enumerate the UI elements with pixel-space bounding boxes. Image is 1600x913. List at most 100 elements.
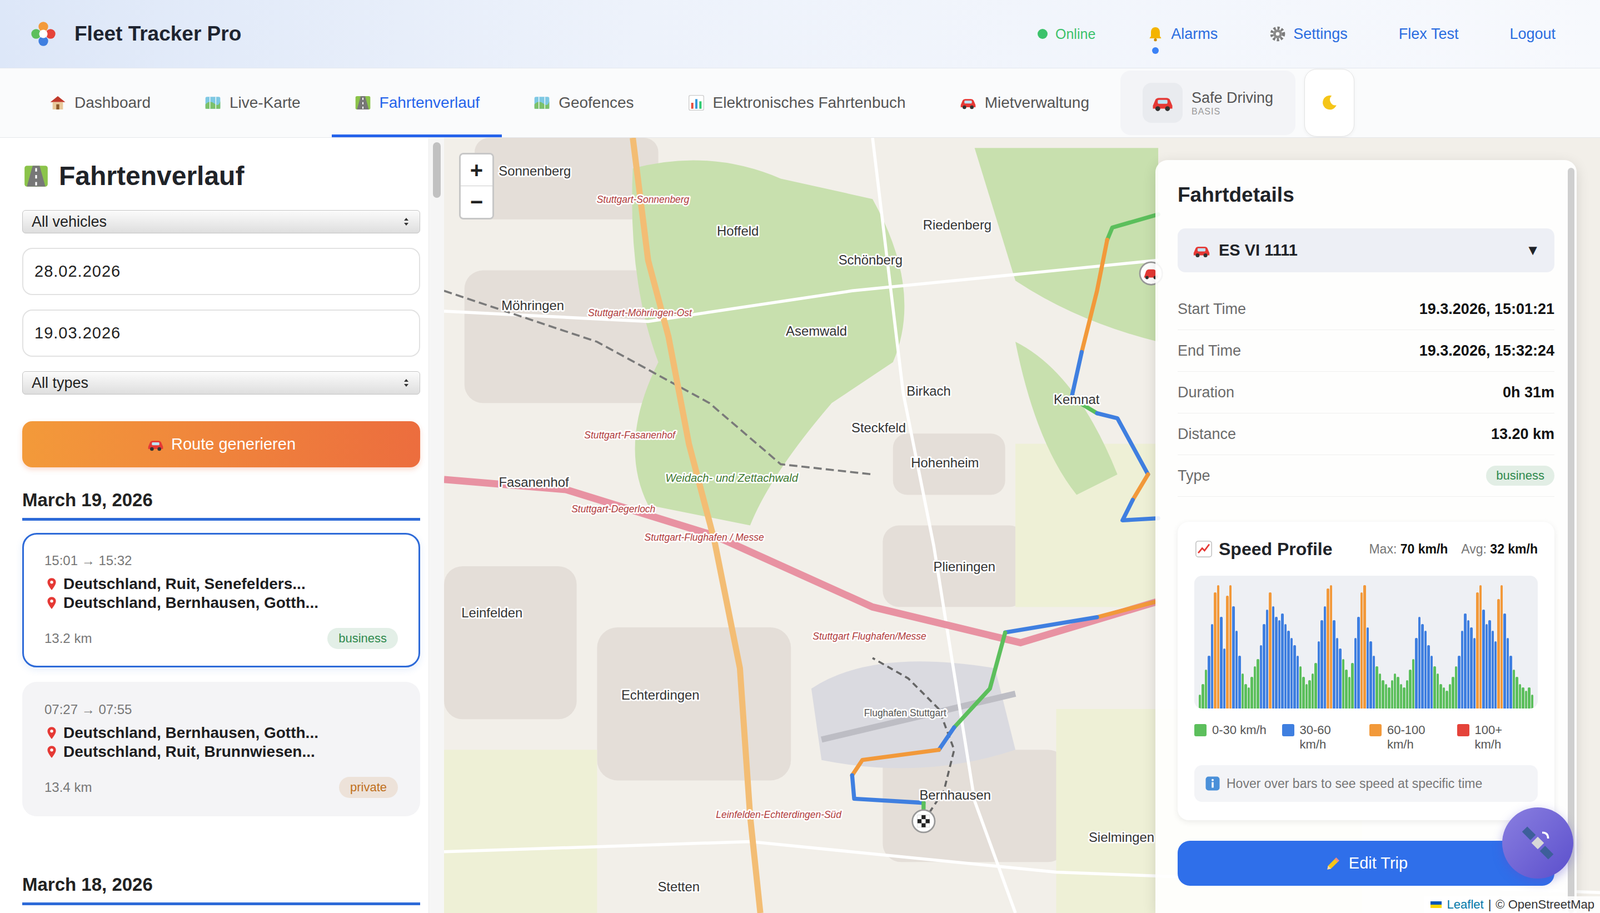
speed-bar[interactable] xyxy=(1305,684,1308,709)
speed-bar[interactable] xyxy=(1363,585,1366,709)
speed-bar[interactable] xyxy=(1229,585,1232,709)
speed-bar[interactable] xyxy=(1235,630,1238,709)
speed-bar[interactable] xyxy=(1281,613,1284,709)
speed-bar[interactable] xyxy=(1509,655,1512,709)
speed-bar[interactable] xyxy=(1521,687,1524,709)
speed-bar[interactable] xyxy=(1381,680,1384,709)
speed-bar[interactable] xyxy=(1296,655,1299,709)
speed-bar[interactable] xyxy=(1491,630,1494,709)
speed-bar[interactable] xyxy=(1293,645,1296,709)
header-link[interactable]: Settings xyxy=(1268,25,1348,43)
theme-toggle[interactable] xyxy=(1304,68,1355,137)
speed-bar[interactable] xyxy=(1451,676,1454,709)
header-link[interactable]: Alarms xyxy=(1146,25,1218,43)
speed-bar[interactable] xyxy=(1278,620,1281,709)
speed-bar[interactable] xyxy=(1512,669,1515,709)
speed-bar[interactable] xyxy=(1439,684,1442,709)
trip-card[interactable]: 15:01 → 15:32 Deutschland, Ruit, Senefel… xyxy=(22,532,421,668)
speed-bar[interactable] xyxy=(1391,680,1394,709)
speed-bar[interactable] xyxy=(1527,687,1530,709)
speed-bar[interactable] xyxy=(1430,655,1433,709)
speed-bar[interactable] xyxy=(1469,627,1473,709)
speed-bar[interactable] xyxy=(1344,669,1348,709)
speed-bar[interactable] xyxy=(1204,669,1208,709)
speed-bar[interactable] xyxy=(1445,690,1448,709)
speed-bar[interactable] xyxy=(1210,624,1214,709)
speed-bar[interactable] xyxy=(1442,687,1445,709)
speed-bar[interactable] xyxy=(1238,655,1241,709)
speed-bar[interactable] xyxy=(1250,676,1253,709)
speed-bar[interactable] xyxy=(1414,637,1418,709)
speed-bar[interactable] xyxy=(1317,641,1320,709)
speed-bar[interactable] xyxy=(1287,630,1290,709)
header-link[interactable]: Flex Test xyxy=(1398,25,1459,43)
speed-bar[interactable] xyxy=(1402,687,1405,709)
speed-bar[interactable] xyxy=(1265,609,1269,709)
zoom-in-button[interactable]: + xyxy=(460,154,493,187)
speed-bar[interactable] xyxy=(1384,684,1388,709)
speed-bar[interactable] xyxy=(1506,637,1509,709)
speed-bar[interactable] xyxy=(1323,606,1327,709)
speed-bar[interactable] xyxy=(1375,666,1378,709)
end-marker[interactable] xyxy=(912,810,935,833)
tab[interactable]: Fahrtenverlauf xyxy=(331,68,503,138)
speed-bar[interactable] xyxy=(1424,630,1427,709)
speed-bar[interactable] xyxy=(1232,606,1235,709)
speed-bar[interactable] xyxy=(1467,620,1470,709)
plan-badge[interactable]: Safe Driving BASIS xyxy=(1120,70,1296,136)
speed-bar[interactable] xyxy=(1308,680,1311,709)
speed-bar[interactable] xyxy=(1241,673,1244,709)
speed-bar[interactable] xyxy=(1427,645,1430,709)
tab[interactable]: Mietverwaltung xyxy=(936,68,1112,138)
speed-bar[interactable] xyxy=(1436,673,1439,709)
tab[interactable]: Elektronisches Fahrtenbuch xyxy=(665,68,929,138)
speed-bar[interactable] xyxy=(1348,676,1351,709)
speed-bar[interactable] xyxy=(1482,609,1485,709)
speed-bar[interactable] xyxy=(1448,684,1452,709)
speed-bar[interactable] xyxy=(1454,666,1458,709)
speed-bar[interactable] xyxy=(1531,694,1534,709)
speed-bar[interactable] xyxy=(1290,637,1293,709)
speed-bar[interactable] xyxy=(1299,666,1302,709)
speed-bar[interactable] xyxy=(1247,687,1250,709)
speed-bar[interactable] xyxy=(1378,673,1382,709)
brand[interactable]: Fleet Tracker Pro xyxy=(28,19,242,49)
speed-bar[interactable] xyxy=(1284,624,1287,709)
speed-bar[interactable] xyxy=(1396,676,1399,709)
speed-bar[interactable] xyxy=(1463,613,1467,709)
tab[interactable]: Geofences xyxy=(510,68,656,138)
speed-bar[interactable] xyxy=(1387,687,1390,709)
speed-bar[interactable] xyxy=(1217,585,1220,709)
speed-bar[interactable] xyxy=(1494,641,1497,709)
tab[interactable]: Dashboard xyxy=(26,68,173,138)
speed-bar[interactable] xyxy=(1421,624,1424,709)
map[interactable]: SonnenbergHoffeldRiedenbergSchönbergMöhr… xyxy=(444,137,1600,913)
vehicle-selector[interactable]: ES VI 1111 ▼ xyxy=(1177,228,1555,273)
speed-bar[interactable] xyxy=(1457,655,1460,709)
speed-bar[interactable] xyxy=(1342,659,1345,709)
satellite-button[interactable] xyxy=(1502,807,1574,879)
speed-bar[interactable] xyxy=(1500,585,1503,709)
speed-bar[interactable] xyxy=(1406,680,1409,709)
speed-bar[interactable] xyxy=(1473,637,1476,709)
speed-bar[interactable] xyxy=(1497,599,1500,709)
edit-trip-button[interactable]: Edit Trip xyxy=(1177,840,1555,886)
speed-bar[interactable] xyxy=(1476,592,1479,709)
speed-bar[interactable] xyxy=(1336,637,1339,709)
speed-bar[interactable] xyxy=(1207,655,1210,709)
generate-route-button[interactable]: Route generieren xyxy=(22,421,421,468)
speed-bar[interactable] xyxy=(1274,616,1278,709)
speed-bar[interactable] xyxy=(1272,606,1275,709)
speed-bar[interactable] xyxy=(1253,666,1256,709)
speed-bar[interactable] xyxy=(1351,663,1354,710)
speed-bar[interactable] xyxy=(1219,616,1223,709)
speed-bar[interactable] xyxy=(1320,620,1323,709)
speed-bar[interactable] xyxy=(1225,595,1229,709)
sidebar-scrollbar[interactable] xyxy=(428,137,445,913)
type-select[interactable]: All types xyxy=(22,371,421,395)
speed-bar[interactable] xyxy=(1503,613,1506,709)
scrollbar-thumb[interactable] xyxy=(432,142,441,198)
speed-bar[interactable] xyxy=(1198,694,1201,709)
speed-bar[interactable] xyxy=(1399,684,1403,709)
header-link[interactable]: Logout xyxy=(1509,25,1556,43)
